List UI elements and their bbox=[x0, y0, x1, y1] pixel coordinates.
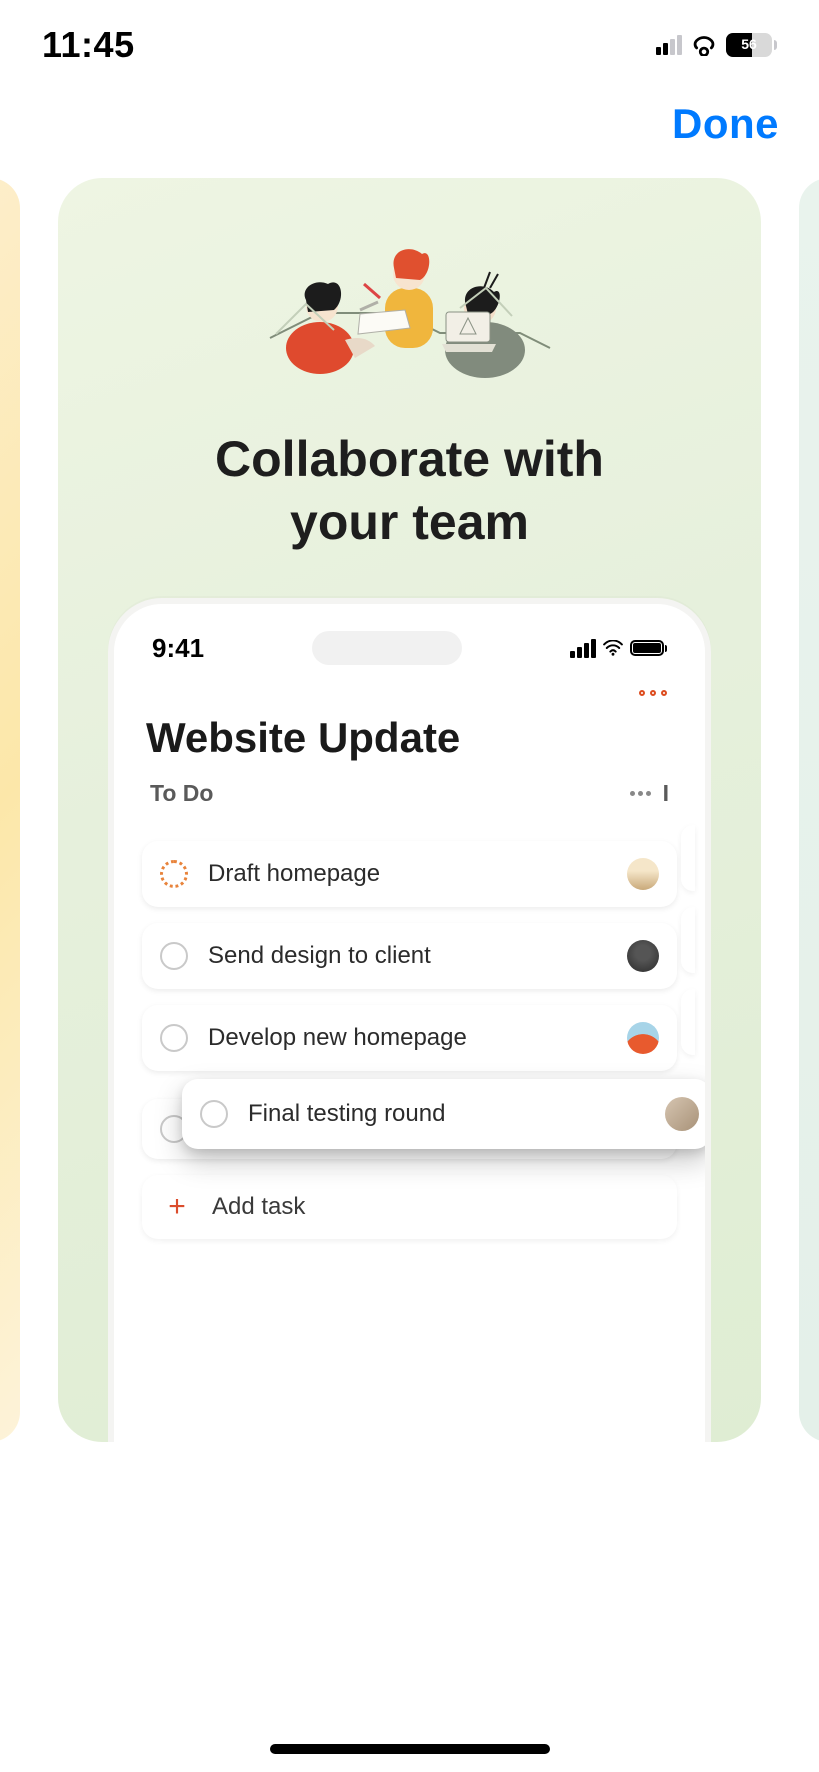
add-task-button[interactable]: + Add task bbox=[142, 1175, 677, 1239]
task-label: Send design to client bbox=[208, 942, 607, 970]
wifi-icon bbox=[690, 34, 718, 56]
cellular-signal-icon bbox=[570, 639, 596, 658]
onboarding-card-next[interactable] bbox=[799, 178, 819, 1442]
home-indicator[interactable] bbox=[270, 1744, 550, 1754]
task-card[interactable]: Send design to client bbox=[142, 923, 677, 989]
device-time: 11:45 bbox=[42, 24, 135, 66]
heading-line-2: your team bbox=[58, 491, 761, 554]
onboarding-card: Collaborate with your team 9:41 bbox=[58, 178, 761, 1442]
next-column-peek: I bbox=[663, 780, 669, 807]
team-illustration bbox=[58, 218, 761, 398]
board-title: Website Update bbox=[146, 714, 677, 762]
assignee-avatar[interactable] bbox=[627, 940, 659, 972]
assignee-avatar[interactable] bbox=[627, 1022, 659, 1054]
assignee-avatar[interactable] bbox=[627, 858, 659, 890]
mockup-time: 9:41 bbox=[152, 633, 204, 664]
task-checkbox-icon[interactable] bbox=[160, 860, 188, 888]
wifi-icon bbox=[602, 640, 624, 656]
task-card[interactable]: Draft homepage bbox=[142, 841, 677, 907]
task-card-dragging[interactable]: Final testing round bbox=[182, 1079, 711, 1149]
task-list: Draft homepage Send design to client Dev… bbox=[142, 825, 677, 1239]
task-label: Final testing round bbox=[248, 1100, 645, 1128]
task-checkbox-icon[interactable] bbox=[160, 1024, 188, 1052]
cellular-signal-icon bbox=[656, 35, 682, 55]
more-menu-icon[interactable] bbox=[639, 690, 667, 696]
battery-icon bbox=[630, 640, 667, 656]
onboarding-card-prev[interactable] bbox=[0, 178, 20, 1442]
column-menu-icon[interactable] bbox=[630, 791, 651, 796]
task-card[interactable]: Develop new homepage bbox=[142, 1005, 677, 1071]
done-button[interactable]: Done bbox=[672, 100, 779, 147]
add-task-label: Add task bbox=[212, 1193, 305, 1221]
heading-line-1: Collaborate with bbox=[58, 428, 761, 491]
task-label: Draft homepage bbox=[208, 860, 607, 888]
mockup-status-bar: 9:41 bbox=[142, 626, 677, 670]
task-checkbox-icon[interactable] bbox=[160, 942, 188, 970]
onboarding-heading: Collaborate with your team bbox=[58, 428, 761, 553]
task-label: Develop new homepage bbox=[208, 1024, 607, 1052]
task-checkbox-icon[interactable] bbox=[200, 1100, 228, 1128]
battery-icon: 56 bbox=[726, 33, 777, 57]
dynamic-island bbox=[312, 631, 462, 665]
assignee-avatar[interactable] bbox=[665, 1097, 699, 1131]
device-status-indicators: 56 bbox=[656, 33, 777, 57]
column-name[interactable]: To Do bbox=[150, 780, 213, 807]
battery-percentage: 56 bbox=[726, 36, 772, 52]
plus-icon: + bbox=[164, 1192, 190, 1222]
phone-mockup: 9:41 Website Update bbox=[108, 598, 711, 1442]
device-status-bar: 11:45 56 bbox=[0, 0, 819, 90]
